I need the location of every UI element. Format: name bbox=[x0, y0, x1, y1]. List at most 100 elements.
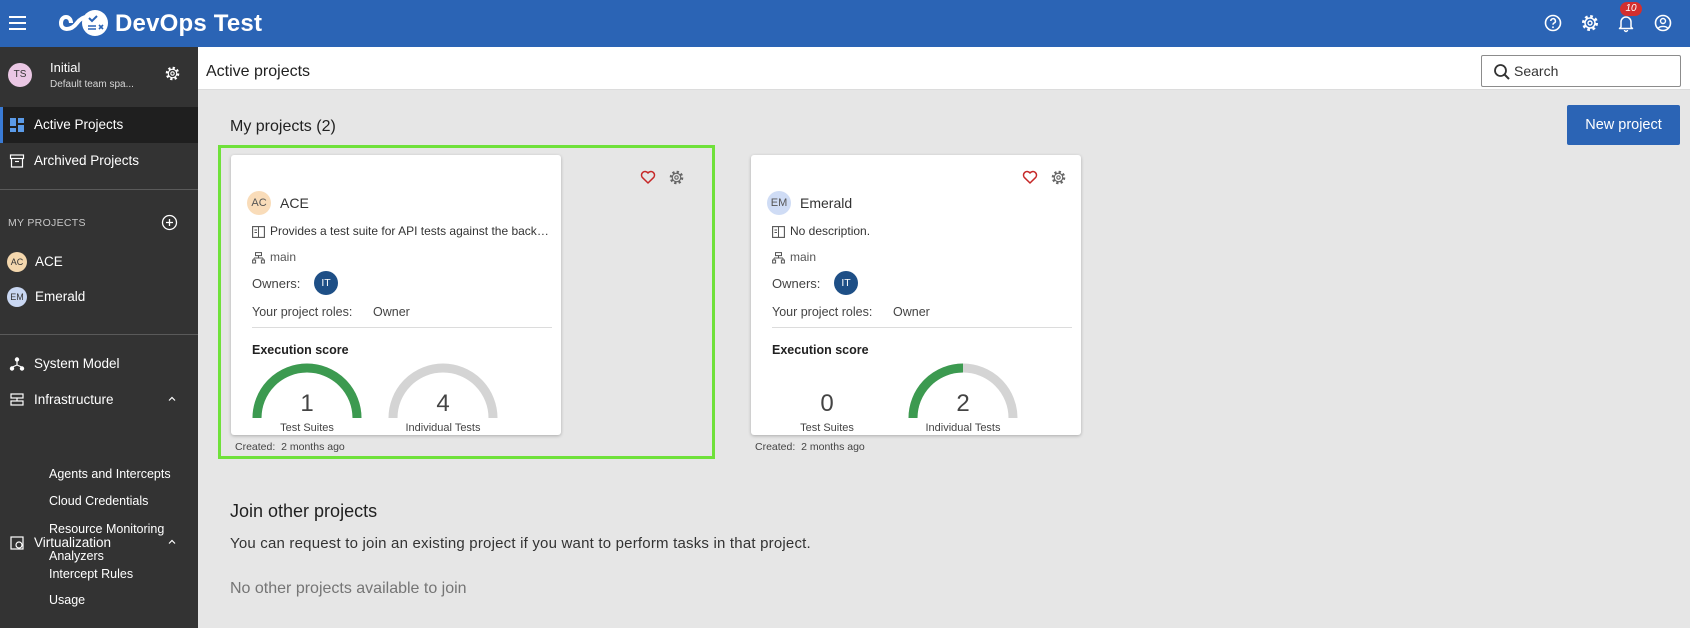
devops-logo-icon bbox=[58, 10, 108, 36]
no-other-projects-text: No other projects available to join bbox=[230, 580, 467, 597]
archive-icon bbox=[9, 154, 25, 168]
project-settings-gear-icon[interactable] bbox=[1050, 169, 1067, 186]
project-branch: main bbox=[270, 250, 297, 264]
nav-agents-and-intercepts[interactable]: Agents and Intercepts bbox=[49, 467, 171, 481]
individual-tests-gauge: 4 Individual Tests bbox=[385, 360, 501, 435]
sidebar-project-ace[interactable]: AC ACE bbox=[0, 247, 198, 277]
test-suites-label: Test Suites bbox=[800, 422, 854, 434]
test-suites-gauge: 0 Test Suites bbox=[769, 360, 885, 435]
search-input[interactable] bbox=[1514, 62, 1674, 80]
page-header: Active projects bbox=[198, 47, 1690, 90]
system-model-icon bbox=[9, 357, 25, 371]
favorite-heart-icon[interactable] bbox=[1022, 169, 1038, 185]
execution-score-label: Execution score bbox=[772, 343, 869, 357]
test-suites-count: 1 bbox=[300, 390, 314, 417]
team-switcher[interactable]: TS Initial Default team spa... bbox=[0, 47, 198, 105]
new-project-button[interactable]: New project bbox=[1567, 105, 1680, 145]
role-value: Owner bbox=[373, 305, 410, 319]
project-name: Emerald bbox=[800, 195, 853, 211]
app-title: DevOps Test bbox=[115, 10, 263, 37]
add-project-icon[interactable] bbox=[161, 214, 178, 231]
nav-intercept-rules[interactable]: Intercept Rules bbox=[49, 567, 133, 581]
my-projects-title: My projects (2) bbox=[230, 118, 336, 135]
notification-count-badge: 10 bbox=[1620, 2, 1642, 16]
individual-tests-count: 2 bbox=[956, 390, 970, 417]
individual-tests-count: 4 bbox=[436, 390, 450, 417]
dashboard-icon bbox=[10, 118, 24, 132]
owner-avatar[interactable]: IT bbox=[314, 271, 338, 295]
join-projects-text: You can request to join an existing proj… bbox=[230, 535, 811, 552]
project-card-ace[interactable]: AC ACE Provides a test suite for API tes… bbox=[231, 155, 684, 435]
branch-icon bbox=[252, 252, 265, 264]
join-projects-title: Join other projects bbox=[230, 501, 378, 521]
project-label: ACE bbox=[35, 254, 63, 269]
test-suites-gauge: 1 Test Suites bbox=[249, 360, 365, 435]
individual-tests-label: Individual Tests bbox=[405, 422, 481, 434]
project-avatar: AC bbox=[247, 191, 271, 215]
team-settings-gear-icon[interactable] bbox=[164, 65, 181, 82]
roles-label: Your project roles: bbox=[252, 305, 353, 319]
chevron-up-icon bbox=[168, 396, 176, 401]
role-value: Owner bbox=[893, 305, 930, 319]
divider bbox=[0, 334, 198, 335]
created-value: 2 months ago bbox=[281, 441, 345, 453]
branch-icon bbox=[772, 252, 785, 264]
project-avatar: EM bbox=[7, 287, 27, 307]
created-label: Created: bbox=[755, 441, 796, 453]
nav-label: System Model bbox=[34, 356, 120, 371]
team-name: Initial bbox=[50, 60, 81, 75]
nav-label: Infrastructure bbox=[34, 392, 114, 407]
project-avatar: AC bbox=[7, 252, 27, 272]
nav-label: Archived Projects bbox=[34, 153, 140, 168]
team-subtitle: Default team spa... bbox=[50, 79, 134, 90]
test-suites-count: 0 bbox=[820, 390, 834, 417]
nav-active-projects[interactable]: Active Projects bbox=[0, 107, 198, 143]
project-description: Provides a test suite for API tests agai… bbox=[270, 224, 554, 238]
infrastructure-icon bbox=[10, 393, 24, 406]
individual-tests-label: Individual Tests bbox=[925, 422, 1001, 434]
search-icon bbox=[1494, 64, 1510, 80]
test-suites-label: Test Suites bbox=[280, 422, 334, 434]
roles-label: Your project roles: bbox=[772, 305, 873, 319]
card-divider bbox=[772, 327, 1072, 328]
search-box[interactable] bbox=[1481, 55, 1681, 87]
project-avatar: EM bbox=[767, 191, 791, 215]
created-info-ace: Created: 2 months ago bbox=[235, 441, 345, 453]
help-icon[interactable] bbox=[1543, 13, 1563, 33]
nav-archived-projects[interactable]: Archived Projects bbox=[0, 143, 198, 179]
owner-avatar[interactable]: IT bbox=[834, 271, 858, 295]
project-name: ACE bbox=[280, 195, 309, 211]
nav-virtualization[interactable]: Virtualization bbox=[0, 527, 198, 559]
team-avatar: TS bbox=[8, 63, 32, 87]
hamburger-menu-icon[interactable] bbox=[9, 13, 26, 33]
owners-label: Owners: bbox=[772, 276, 821, 291]
nav-system-model[interactable]: System Model bbox=[0, 348, 198, 380]
virtualization-icon bbox=[10, 536, 24, 550]
user-account-icon[interactable] bbox=[1653, 13, 1673, 33]
nav-label: Active Projects bbox=[34, 117, 124, 132]
divider bbox=[0, 189, 198, 190]
chevron-up-icon bbox=[168, 539, 176, 544]
nav-label: Virtualization bbox=[34, 535, 112, 550]
favorite-heart-icon[interactable] bbox=[640, 169, 656, 185]
card-divider bbox=[252, 327, 552, 328]
project-description: No description. bbox=[790, 224, 871, 238]
settings-gear-icon[interactable] bbox=[1580, 13, 1600, 33]
created-value: 2 months ago bbox=[801, 441, 865, 453]
created-info-emerald: Created: 2 months ago bbox=[755, 441, 865, 453]
page-title: Active projects bbox=[206, 63, 311, 80]
nav-cloud-credentials[interactable]: Cloud Credentials bbox=[49, 494, 148, 508]
nav-infrastructure[interactable]: Infrastructure bbox=[0, 384, 198, 416]
project-branch: main bbox=[790, 250, 817, 264]
created-label: Created: bbox=[235, 441, 276, 453]
individual-tests-gauge: 2 Individual Tests bbox=[905, 360, 1021, 435]
sidebar-project-emerald[interactable]: EM Emerald bbox=[0, 282, 198, 312]
nav-usage[interactable]: Usage bbox=[49, 593, 85, 607]
project-label: Emerald bbox=[35, 289, 86, 304]
project-card-emerald[interactable]: EM Emerald No description. main Owners: … bbox=[751, 155, 1081, 435]
execution-score-label: Execution score bbox=[252, 343, 349, 357]
project-settings-gear-icon[interactable] bbox=[668, 169, 685, 186]
book-icon bbox=[252, 226, 265, 238]
notifications-bell-icon[interactable] bbox=[1616, 13, 1636, 33]
book-icon bbox=[772, 226, 785, 238]
